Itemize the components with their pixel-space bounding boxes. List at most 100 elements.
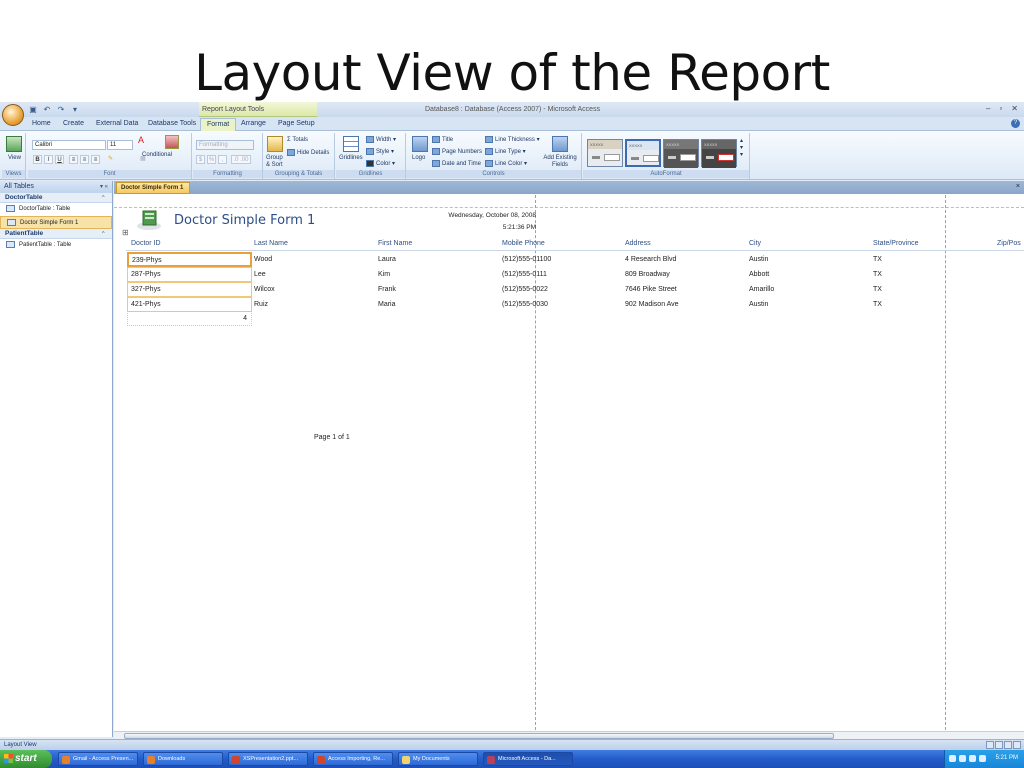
align-left-icon[interactable]: ≡ — [69, 155, 78, 164]
tab-arrange[interactable]: Arrange — [241, 120, 266, 127]
cell-doctor-id[interactable]: 327-Phys — [127, 282, 252, 297]
format-select[interactable]: Formatting — [196, 140, 254, 150]
page-number-footer[interactable]: Page 1 of 1 — [314, 434, 350, 441]
cell-city[interactable]: Austin — [749, 301, 768, 308]
column-header-last-name[interactable]: Last Name — [254, 240, 288, 247]
font-family-select[interactable]: Calibri — [32, 140, 106, 150]
print-preview-icon[interactable] — [995, 741, 1003, 749]
cell-doctor-id[interactable]: 421-Phys — [127, 297, 252, 312]
logo-icon[interactable] — [412, 136, 428, 152]
collapse-icon[interactable]: ⌃ — [101, 194, 106, 202]
cell-address[interactable]: 809 Broadway — [625, 271, 670, 278]
currency-button[interactable]: $ — [196, 155, 205, 164]
document-tab[interactable]: Doctor Simple Form 1 — [116, 182, 191, 194]
line-type-button[interactable]: Line Type ▾ — [485, 148, 526, 155]
cell-last-name[interactable]: Ruiz — [254, 301, 268, 308]
hide-details-button[interactable]: Hide Details — [287, 149, 329, 156]
cell-state[interactable]: TX — [873, 256, 882, 263]
autoformat-option-1[interactable]: XXXXX — [587, 139, 623, 167]
underline-button[interactable]: U — [55, 155, 64, 164]
record-count[interactable]: 4 — [127, 311, 252, 326]
taskbar-button-access[interactable]: Microsoft Access - Da... — [483, 752, 573, 766]
add-fields-icon[interactable] — [552, 136, 568, 152]
tray-network-icon[interactable] — [959, 755, 966, 762]
nav-group-patienttable[interactable]: PatientTable ⌃ — [0, 229, 112, 239]
redo-icon[interactable]: ↷ — [56, 105, 66, 114]
align-center-icon[interactable]: ≡ — [80, 155, 89, 164]
taskbar-button-gmail[interactable]: Gmail - Access Presen... — [58, 752, 138, 766]
nav-item-doctor-simple-form[interactable]: Doctor Simple Form 1 — [0, 216, 112, 229]
font-size-select[interactable]: 11 — [107, 140, 133, 150]
tab-database-tools[interactable]: Database Tools — [148, 120, 196, 127]
taskbar-button-powerpoint[interactable]: XSPresentation2.ppt... — [228, 752, 308, 766]
view-icon[interactable] — [6, 136, 22, 152]
cell-state[interactable]: TX — [873, 271, 882, 278]
gridlines-icon[interactable] — [343, 136, 359, 152]
cell-first-name[interactable]: Frank — [378, 286, 396, 293]
cell-first-name[interactable]: Kim — [378, 271, 390, 278]
date-time-button[interactable]: Date and Time — [432, 160, 481, 167]
cell-doctor-id[interactable]: 287-Phys — [127, 267, 252, 282]
totals-button[interactable]: Σ Totals — [287, 137, 308, 143]
tray-volume-icon[interactable] — [979, 755, 986, 762]
cell-city[interactable]: Austin — [749, 256, 768, 263]
line-color-button[interactable]: Line Color ▾ — [485, 160, 527, 167]
customize-qat-icon[interactable]: ▾ — [70, 105, 80, 114]
cell-address[interactable]: 902 Madison Ave — [625, 301, 679, 308]
report-date[interactable]: Wednesday, October 08, 2008 — [414, 212, 536, 219]
column-header-state[interactable]: State/Province — [873, 240, 919, 247]
tab-home[interactable]: Home — [32, 120, 51, 127]
line-thickness-button[interactable]: Line Thickness ▾ — [485, 136, 540, 143]
collapse-icon[interactable]: ⌃ — [101, 230, 106, 238]
cell-last-name[interactable]: Wilcox — [254, 286, 275, 293]
undo-icon[interactable]: ↶ — [42, 105, 52, 114]
column-header-first-name[interactable]: First Name — [378, 240, 412, 247]
cell-state[interactable]: TX — [873, 286, 882, 293]
autoformat-option-4[interactable]: XXXXX — [701, 139, 737, 168]
column-header-address[interactable]: Address — [625, 240, 651, 247]
layout-view-icon[interactable] — [1004, 741, 1012, 749]
report-time[interactable]: 5:21:36 PM — [414, 224, 536, 231]
style-button[interactable]: Style ▾ — [366, 148, 394, 155]
cell-mobile-phone[interactable]: (512)555-0111 — [502, 271, 547, 278]
autoformat-option-2[interactable]: XXXXX — [625, 139, 661, 167]
tab-create[interactable]: Create — [63, 120, 84, 127]
help-icon[interactable]: ? — [1011, 119, 1020, 128]
autoformat-more-icon[interactable]: ▴ ▾ ▾ — [740, 137, 743, 158]
font-color-icon[interactable]: A — [138, 135, 144, 145]
format-painter-icon[interactable]: ✎ — [106, 155, 115, 164]
taskbar-button-downloads[interactable]: Downloads — [143, 752, 223, 766]
column-header-doctor-id[interactable]: Doctor ID — [131, 240, 161, 247]
logo-button[interactable]: Logo — [412, 155, 425, 161]
design-view-icon[interactable] — [1013, 741, 1021, 749]
percent-button[interactable]: % — [207, 155, 216, 164]
cell-first-name[interactable]: Maria — [378, 301, 396, 308]
nav-item-doctortable[interactable]: DoctorTable : Table — [0, 203, 112, 216]
cell-doctor-id[interactable]: 239-Phys — [127, 252, 252, 267]
tab-format[interactable]: Format — [200, 118, 237, 131]
comma-button[interactable]: , — [218, 155, 227, 164]
cell-state[interactable]: TX — [873, 301, 882, 308]
start-button[interactable]: start — [0, 750, 52, 768]
page-numbers-button[interactable]: Page Numbers — [432, 148, 482, 155]
taskbar-button-my-documents[interactable]: My Documents — [398, 752, 478, 766]
cell-last-name[interactable]: Lee — [254, 271, 266, 278]
conditional-button[interactable]: Conditional — [142, 152, 172, 158]
add-existing-fields-button[interactable]: Add Existing Fields — [540, 155, 580, 169]
decimal-buttons[interactable]: .0 .00 — [231, 155, 251, 164]
autoformat-option-3[interactable]: XXXXX — [663, 139, 699, 168]
nav-item-patienttable[interactable]: PatientTable : Table — [0, 239, 112, 252]
save-icon[interactable]: ▣ — [28, 105, 38, 114]
column-header-mobile-phone[interactable]: Mobile Phone — [502, 240, 545, 247]
cell-city[interactable]: Abbott — [749, 271, 769, 278]
italic-button[interactable]: I — [44, 155, 53, 164]
nav-pane-header[interactable]: All Tables ▾ « — [0, 181, 112, 193]
column-header-city[interactable]: City — [749, 240, 761, 247]
report-title[interactable]: Doctor Simple Form 1 — [174, 213, 315, 228]
column-header-zip[interactable]: Zip/Pos — [997, 240, 1021, 247]
align-right-icon[interactable]: ≡ — [91, 155, 100, 164]
title-button[interactable]: Title — [432, 136, 453, 143]
cell-mobile-phone[interactable]: (512)555-0030 — [502, 301, 548, 308]
cell-last-name[interactable]: Wood — [254, 256, 272, 263]
close-document-icon[interactable]: × — [1016, 183, 1020, 190]
